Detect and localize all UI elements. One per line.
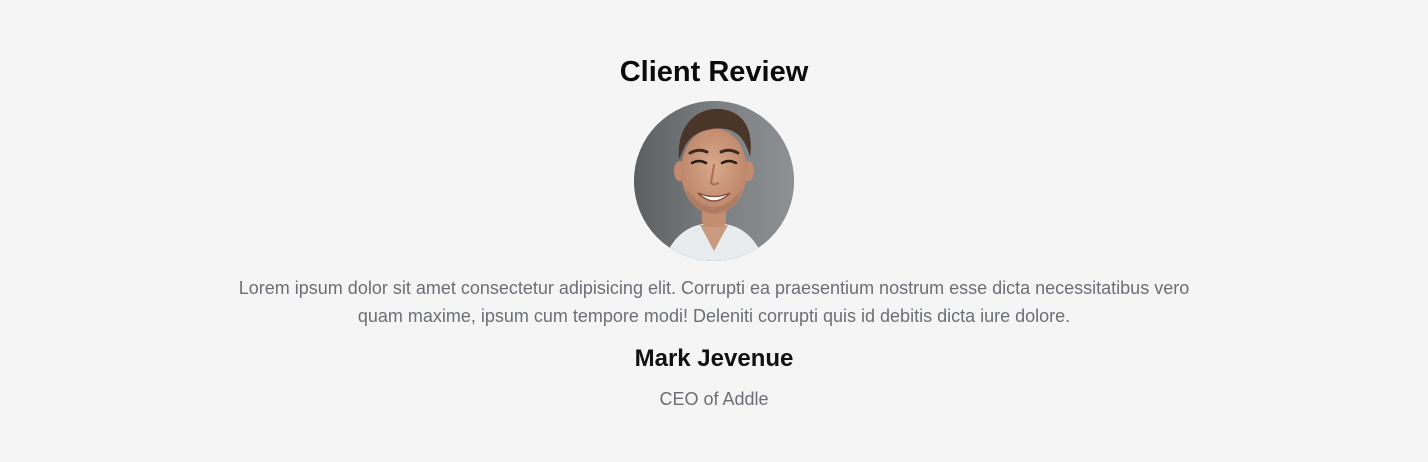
client-name: Mark Jevenue xyxy=(634,345,794,372)
client-review-section: Client Review Lorem ipsum dolor sit amet… xyxy=(0,0,1428,462)
person-portrait-icon xyxy=(634,101,794,261)
client-role: CEO of Addle xyxy=(659,389,769,409)
review-quote: Lorem ipsum dolor sit amet consectetur a… xyxy=(238,278,1190,326)
section-title: Client Review xyxy=(619,56,809,88)
client-avatar xyxy=(634,101,794,261)
